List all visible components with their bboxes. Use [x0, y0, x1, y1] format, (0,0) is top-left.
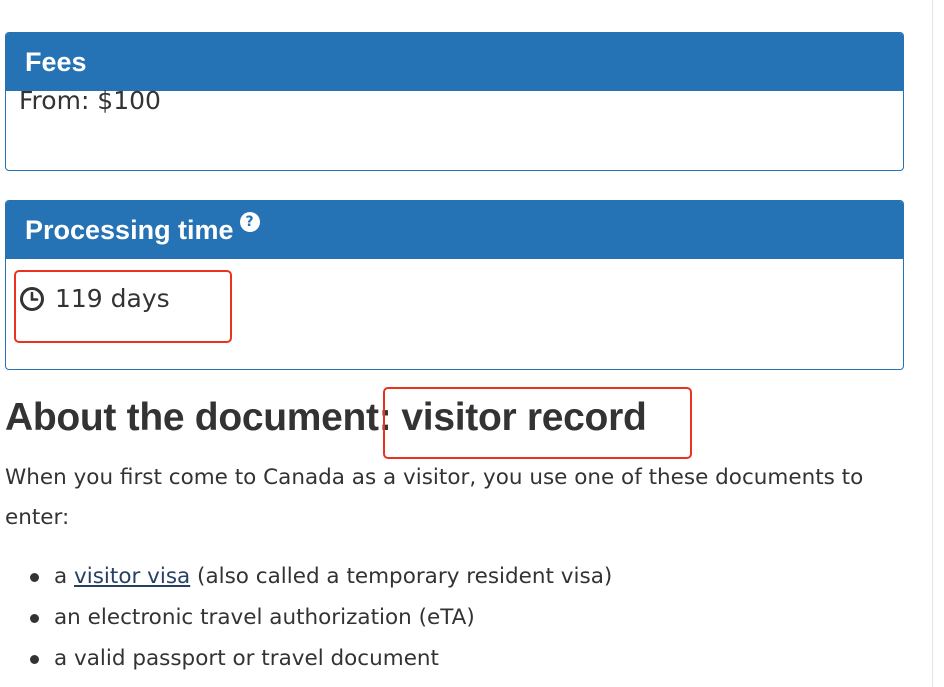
visitor-visa-link[interactable]: visitor visa	[74, 564, 190, 589]
document-list: a visitor visa (also called a temporary …	[30, 556, 612, 679]
clock-icon	[20, 286, 44, 311]
processing-time-value: 119 days	[55, 284, 170, 313]
list-item: a valid passport or travel document	[30, 638, 612, 679]
fees-panel-header: Fees	[6, 33, 903, 91]
processing-time-panel-header: Processing time ?	[6, 201, 903, 259]
list-item: a visitor visa (also called a temporary …	[30, 556, 612, 597]
scroll-edge	[932, 0, 933, 687]
fees-heading: Fees	[25, 46, 87, 77]
list-item-suffix: (also called a temporary resident visa)	[190, 564, 613, 589]
processing-time-value-row: 119 days	[19, 284, 170, 313]
intro-paragraph: When you first come to Canada as a visit…	[5, 465, 864, 530]
list-item: an electronic travel authorization (eTA)	[30, 597, 612, 638]
fees-value: From: $100	[19, 86, 161, 115]
list-item-prefix: a	[54, 564, 75, 589]
about-heading-prefix: About the document:	[5, 396, 392, 439]
about-document-heading: About the document: visitor record	[5, 396, 647, 440]
processing-time-heading: Processing time	[25, 214, 234, 245]
document-name: visitor record	[401, 396, 647, 439]
question-circle-icon[interactable]: ?	[239, 212, 260, 232]
page: Fees From: $100 Processing time ? 119 da…	[0, 0, 944, 687]
